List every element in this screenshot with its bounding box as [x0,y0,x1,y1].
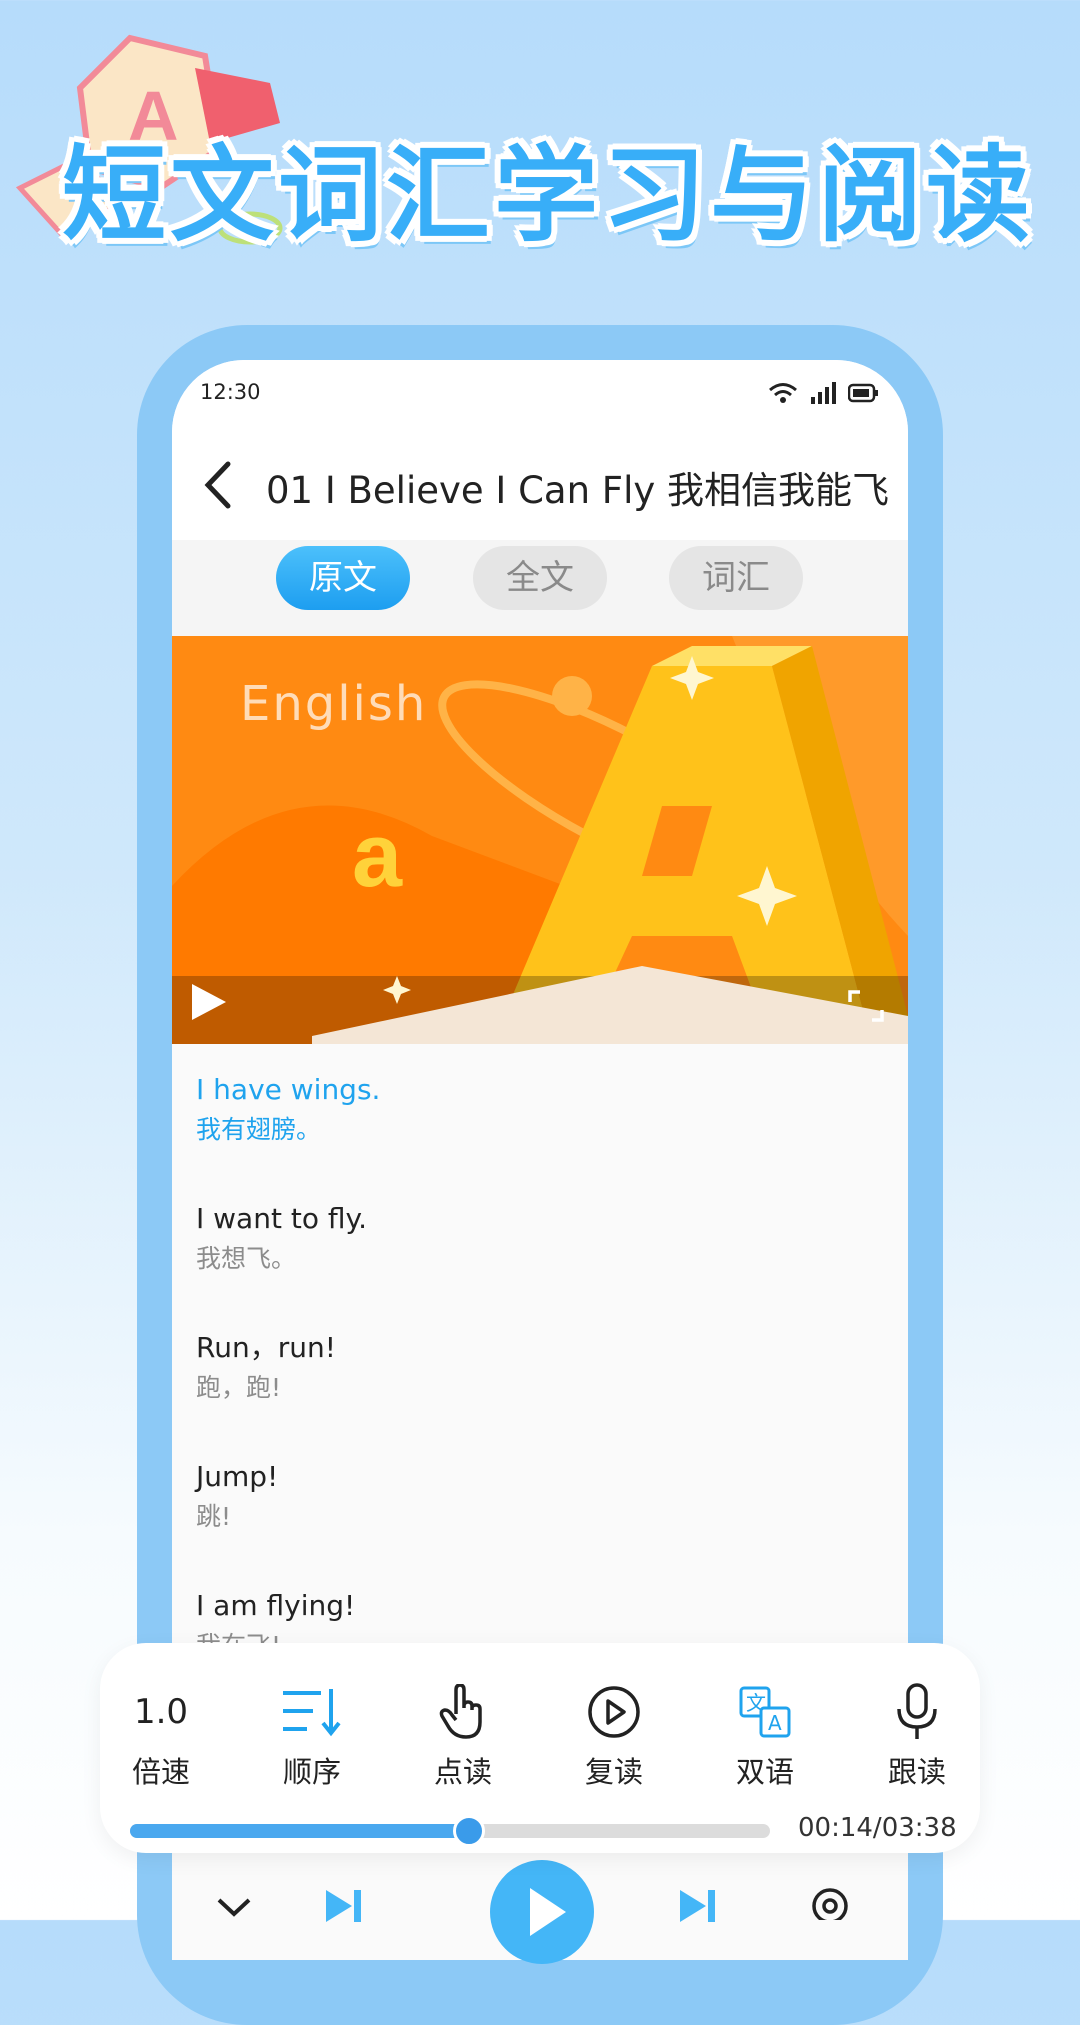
microphone-icon [897,1683,937,1739]
back-arrow-icon[interactable] [198,460,242,510]
title-bar: 01 I Believe I Can Fly 我相信我能飞 [172,430,908,540]
signal-icon [811,382,836,404]
sequential-order-icon [283,1689,341,1737]
progress-knob[interactable] [453,1815,486,1847]
battery-icon [848,383,878,403]
previous-icon[interactable] [322,1886,366,1926]
tap-read-button[interactable]: 点读 [408,1683,518,1791]
sentence-item[interactable]: I want to fly. 我想飞。 [196,1199,886,1328]
order-mode-button[interactable]: 顺序 [257,1683,367,1791]
sentence-english: Run，run! [196,1331,336,1364]
bilingual-button[interactable]: 文 A 双语 [710,1683,820,1791]
speed-control[interactable]: 1.0 倍速 [106,1683,216,1791]
wifi-icon [769,383,797,403]
sentence-item[interactable]: Run，run! 跑，跑! [196,1328,886,1457]
settings-gear-icon[interactable] [808,1884,852,1920]
sentence-english: Jump! [196,1460,279,1493]
video-english-label: English [240,676,428,732]
svg-text:a: a [352,806,403,906]
repeat-play-icon [588,1686,640,1738]
lesson-title: 01 I Believe I Can Fly 我相信我能飞 [266,469,890,512]
sentence-english: I am flying! [196,1589,356,1622]
bottom-player-bar [172,1860,908,1964]
sentence-list: I have wings. 我有翅膀。 I want to fly. 我想飞。 … [196,1070,886,1715]
main-play-button[interactable] [490,1860,594,1964]
repeat-label: 复读 [584,1755,643,1789]
sentence-english: I have wings. [196,1073,381,1106]
status-time: 12:30 [200,380,261,404]
progress-fill [130,1824,470,1838]
promo-headline: 短文词汇学习与阅读 [62,134,1035,256]
sentence-item[interactable]: Jump! 跳! [196,1457,886,1586]
pointing-hand-icon [439,1684,482,1739]
next-icon[interactable] [676,1886,720,1926]
sentence-item[interactable]: I have wings. 我有翅膀。 [196,1070,886,1199]
translate-icon: 文 A [739,1686,791,1738]
repeat-read-button[interactable]: 复读 [559,1683,669,1791]
sentence-english: I want to fly. [196,1202,367,1235]
follow-read-button[interactable]: 跟读 [862,1683,972,1791]
chevron-down-icon[interactable] [216,1896,252,1920]
tab-vocabulary[interactable]: 词汇 [669,546,803,610]
time-readout: 00:14/03:38 [798,1813,957,1843]
svg-text:A: A [768,1711,782,1735]
speed-value: 1.0 [133,1692,189,1732]
video-play-icon[interactable] [186,980,230,1024]
fullscreen-icon[interactable] [848,990,884,1022]
follow-label: 跟读 [887,1755,946,1789]
sentence-chinese: 我有翅膀。 [196,1115,322,1144]
sentence-chinese: 跳! [196,1502,232,1531]
sentence-chinese: 跑，跑! [196,1373,282,1402]
main-play-icon [530,1888,566,1936]
speed-label: 倍速 [131,1755,190,1789]
sentence-chinese: 我想飞。 [196,1244,297,1273]
status-bar: 12:30 [172,360,908,430]
tab-full-text[interactable]: 全文 [473,546,607,610]
playback-control-panel: 1.0 倍速 顺序 点读 复读 文 A 双语 跟读 00:14/03:38 [100,1643,980,1853]
video-player[interactable]: a English [172,636,908,1044]
order-label: 顺序 [282,1755,341,1789]
tab-original[interactable]: 原文 [276,546,410,610]
tap-read-label: 点读 [433,1755,492,1789]
bilingual-label: 双语 [735,1755,794,1789]
progress-track[interactable] [130,1815,770,1847]
